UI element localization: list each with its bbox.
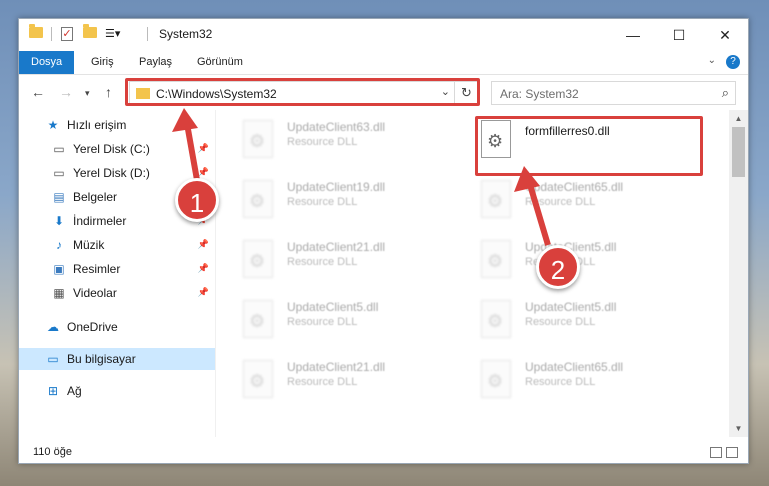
annotation-arrows [172,108,551,246]
step-1-badge: 1 [175,178,219,222]
arrow-1-head [172,108,198,132]
step-2-badge: 2 [536,245,580,289]
arrow-2-head [514,166,540,192]
